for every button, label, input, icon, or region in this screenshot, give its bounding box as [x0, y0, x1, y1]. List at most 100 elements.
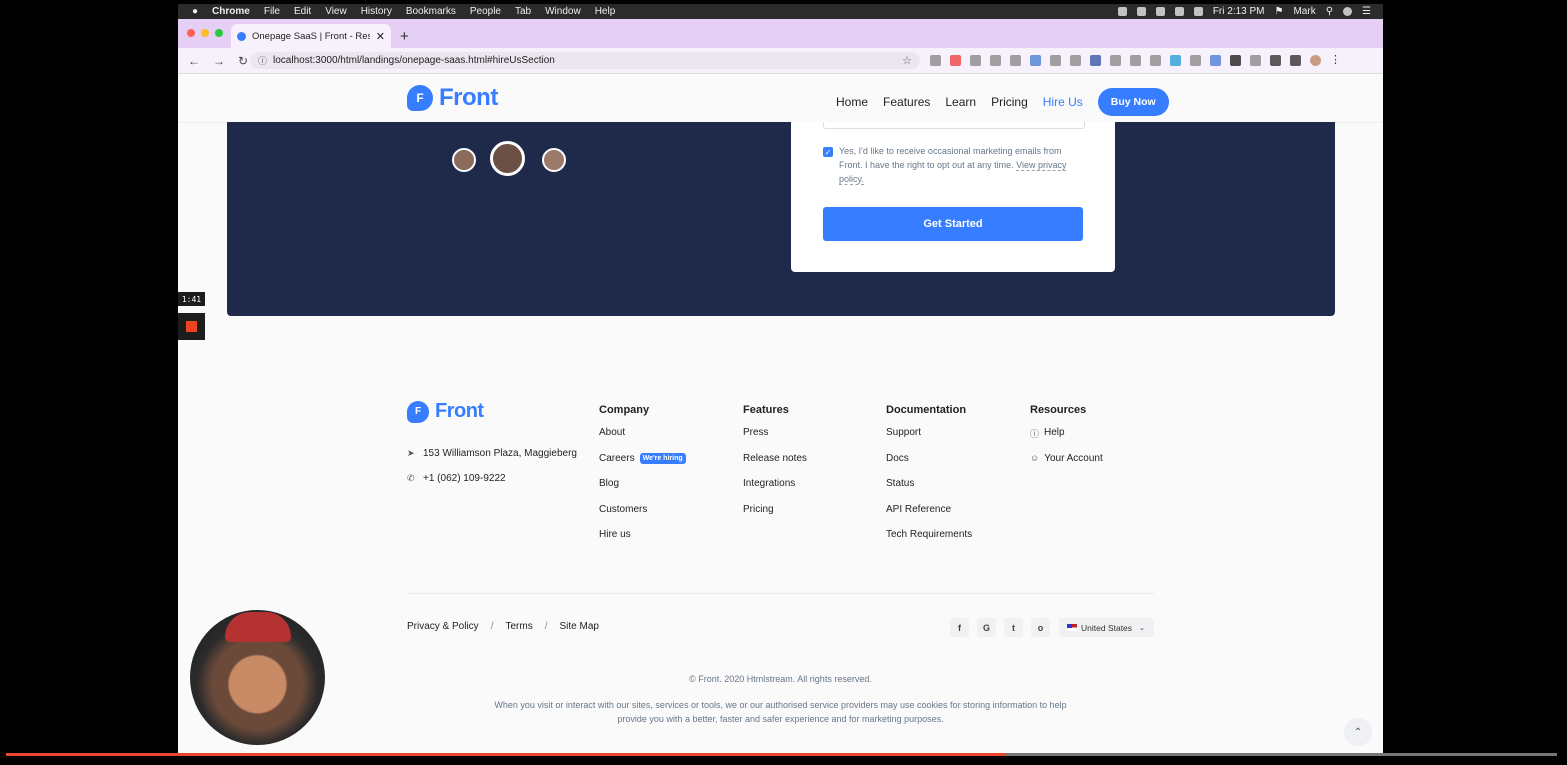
logo-text: Front	[439, 84, 498, 111]
footer-logo[interactable]: F Front	[407, 400, 484, 423]
extension-icon[interactable]	[1030, 55, 1041, 66]
notification-center-icon[interactable]: ☰	[1362, 6, 1371, 17]
language-selector[interactable]: United States ⌄	[1059, 618, 1154, 637]
footer-link-pricing[interactable]: Pricing	[743, 504, 774, 515]
stop-recording-button[interactable]	[178, 313, 205, 340]
flag-icon[interactable]: ⚑	[1275, 6, 1284, 17]
footer-link-integrations[interactable]: Integrations	[743, 478, 795, 489]
extension-icon[interactable]	[930, 55, 941, 66]
browser-tab[interactable]: Onepage SaaS | Front - Respo ✕	[231, 24, 391, 48]
reload-icon[interactable]: ↻	[238, 54, 248, 68]
footer-link-careers[interactable]: Careers	[599, 453, 635, 464]
nav-features[interactable]: Features	[883, 95, 930, 109]
minimize-window-button[interactable]	[201, 29, 209, 37]
footer-link-blog[interactable]: Blog	[599, 478, 619, 489]
webcam-subject	[225, 612, 291, 642]
extension-icon[interactable]	[1130, 55, 1141, 66]
reading-list-icon[interactable]	[1290, 55, 1301, 66]
footer-link-docs[interactable]: Docs	[886, 453, 909, 464]
menu-user[interactable]: Mark	[1293, 6, 1315, 17]
wifi-icon[interactable]	[1174, 7, 1184, 16]
battery-icon[interactable]	[1193, 7, 1203, 16]
menu-window[interactable]: Window	[545, 6, 581, 17]
footer-link-status[interactable]: Status	[886, 478, 914, 489]
menu-file[interactable]: File	[264, 6, 280, 17]
footer-link-press[interactable]: Press	[743, 427, 769, 438]
menu-bookmarks[interactable]: Bookmarks	[406, 6, 456, 17]
github-icon[interactable]: o	[1031, 618, 1050, 637]
site-info-icon[interactable]: ⓘ	[258, 54, 267, 67]
nav-hire-us[interactable]: Hire Us	[1043, 95, 1083, 109]
extension-icon[interactable]	[1050, 55, 1061, 66]
stop-icon	[186, 321, 197, 332]
footer-link-hire-us[interactable]: Hire us	[599, 529, 631, 540]
footer-link-help[interactable]: Help	[1044, 427, 1065, 438]
extension-icon[interactable]	[950, 55, 961, 66]
privacy-policy-link[interactable]: Privacy & Policy	[407, 621, 479, 632]
twitter-icon[interactable]: t	[1004, 618, 1023, 637]
maximize-window-button[interactable]	[215, 29, 223, 37]
new-tab-icon[interactable]: +	[400, 28, 409, 45]
extension-icon[interactable]	[1190, 55, 1201, 66]
status-icon[interactable]	[1155, 7, 1165, 16]
facebook-icon[interactable]: f	[950, 618, 969, 637]
extension-icon[interactable]	[1070, 55, 1081, 66]
message-textarea[interactable]	[823, 122, 1085, 129]
get-started-button[interactable]: Get Started	[823, 207, 1083, 241]
column-heading: Company	[599, 404, 650, 416]
footer-link-release-notes[interactable]: Release notes	[743, 453, 807, 464]
footer-link-customers[interactable]: Customers	[599, 504, 647, 515]
extension-icon[interactable]	[1230, 55, 1241, 66]
bookmark-star-icon[interactable]: ☆	[902, 54, 912, 67]
puzzle-icon[interactable]	[1270, 55, 1281, 66]
extension-icon[interactable]	[1150, 55, 1161, 66]
logo-mark-icon: F	[407, 85, 433, 111]
extension-icon[interactable]	[970, 55, 981, 66]
extension-icon[interactable]	[1170, 55, 1181, 66]
site-logo[interactable]: F Front	[407, 84, 498, 112]
siri-icon[interactable]	[1343, 7, 1353, 16]
status-icon[interactable]	[1136, 7, 1146, 16]
site-map-link[interactable]: Site Map	[559, 621, 598, 632]
menu-clock[interactable]: Fri 2:13 PM	[1213, 6, 1265, 17]
extension-icon[interactable]	[990, 55, 1001, 66]
menu-history[interactable]: History	[361, 6, 392, 17]
nav-learn[interactable]: Learn	[945, 95, 976, 109]
google-icon[interactable]: G	[977, 618, 996, 637]
menu-help[interactable]: Help	[595, 6, 616, 17]
extension-icon[interactable]	[1250, 55, 1261, 66]
menu-people[interactable]: People	[470, 6, 501, 17]
menu-app-name[interactable]: Chrome	[212, 6, 250, 17]
back-icon[interactable]: ←	[188, 54, 200, 68]
extension-icon[interactable]	[1090, 55, 1101, 66]
footer-link-your-account[interactable]: Your Account	[1044, 453, 1103, 464]
scroll-to-top-button[interactable]: ⌃	[1344, 718, 1372, 746]
buy-now-button[interactable]: Buy Now	[1097, 88, 1169, 116]
footer-link-tech-requirements[interactable]: Tech Requirements	[886, 529, 972, 540]
nav-pricing[interactable]: Pricing	[991, 95, 1028, 109]
marketing-consent-checkbox[interactable]: ✓	[823, 147, 833, 157]
profile-avatar[interactable]	[1310, 55, 1321, 66]
apple-menu-icon[interactable]: ●	[192, 6, 198, 17]
footer-link-about[interactable]: About	[599, 427, 625, 438]
extension-icon[interactable]	[1210, 55, 1221, 66]
address-bar[interactable]: ⓘ localhost:3000/html/landings/onepage-s…	[250, 52, 920, 69]
menu-tab[interactable]: Tab	[515, 6, 531, 17]
close-window-button[interactable]	[187, 29, 195, 37]
status-icon[interactable]	[1117, 7, 1127, 16]
favicon-icon	[237, 31, 246, 41]
video-progress-bar[interactable]	[6, 753, 1557, 756]
menu-view[interactable]: View	[325, 6, 347, 17]
info-circle-icon: ⓘ	[1030, 429, 1040, 439]
close-tab-icon[interactable]: ✕	[376, 30, 385, 43]
menu-edit[interactable]: Edit	[294, 6, 311, 17]
extension-icon[interactable]	[1110, 55, 1121, 66]
footer-link-support[interactable]: Support	[886, 427, 921, 438]
forward-icon[interactable]: →	[213, 54, 225, 68]
spotlight-search-icon[interactable]: ⚲	[1326, 6, 1333, 17]
browser-menu-icon[interactable]: ⋮	[1330, 55, 1341, 66]
footer-link-api-reference[interactable]: API Reference	[886, 504, 951, 515]
terms-link[interactable]: Terms	[505, 621, 532, 632]
nav-home[interactable]: Home	[836, 95, 868, 109]
extension-icon[interactable]	[1010, 55, 1021, 66]
